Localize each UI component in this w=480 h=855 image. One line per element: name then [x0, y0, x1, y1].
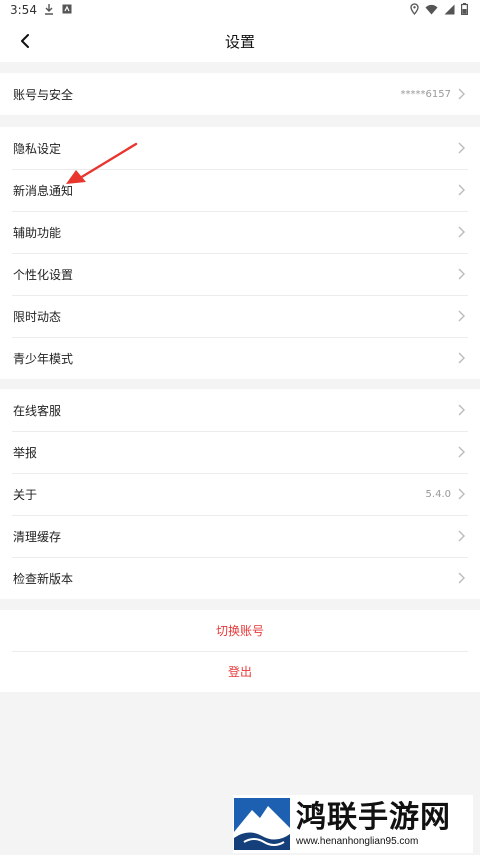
status-bar: 3:54 — [0, 0, 480, 20]
settings-item-teen-mode[interactable]: 青少年模式 — [0, 337, 480, 379]
chevron-right-icon — [458, 572, 465, 584]
preferences-group: 隐私设定 新消息通知 辅助功能 个性化设置 限时动态 青少年模式 — [0, 127, 480, 379]
settings-item-label: 检查新版本 — [13, 571, 74, 586]
chevron-right-icon — [458, 226, 465, 238]
chevron-right-icon — [458, 446, 465, 458]
settings-item-label: 新消息通知 — [13, 183, 74, 198]
app-version-value: 5.4.0 — [425, 488, 451, 500]
settings-item-label: 限时动态 — [13, 309, 62, 324]
support-group: 在线客服 举报 关于 5.4.0 清理缓存 检查新版本 — [0, 389, 480, 599]
chevron-right-icon — [458, 184, 465, 196]
settings-item-label: 清理缓存 — [13, 529, 62, 544]
switch-account-button[interactable]: 切换账号 — [0, 610, 480, 651]
settings-item-privacy[interactable]: 隐私设定 — [0, 127, 480, 169]
download-icon — [45, 4, 53, 15]
settings-item-report[interactable]: 举报 — [0, 431, 480, 473]
watermark-url: www.henanhonglian95.com — [296, 835, 419, 847]
account-actions-group: 切换账号 登出 — [0, 610, 480, 692]
location-icon — [410, 3, 419, 15]
wifi-icon — [425, 4, 438, 14]
app-notification-icon — [62, 4, 72, 14]
settings-item-personalization[interactable]: 个性化设置 — [0, 253, 480, 295]
watermark-brand: 鸿联手游网 — [296, 799, 451, 835]
header-bar: 设置 — [0, 20, 480, 62]
chevron-right-icon — [458, 488, 465, 500]
settings-item-new-message-notifications[interactable]: 新消息通知 — [0, 169, 480, 211]
chevron-right-icon — [458, 310, 465, 322]
settings-item-timed-stories[interactable]: 限时动态 — [0, 295, 480, 337]
chevron-right-icon — [458, 88, 465, 100]
battery-icon — [461, 3, 468, 15]
chevron-right-icon — [458, 404, 465, 416]
chevron-right-icon — [458, 268, 465, 280]
settings-item-label: 举报 — [13, 445, 38, 460]
chevron-right-icon — [458, 142, 465, 154]
mountain-logo-icon — [234, 798, 290, 850]
settings-item-label: 个性化设置 — [13, 267, 74, 282]
settings-item-label: 青少年模式 — [13, 351, 74, 366]
settings-item-label: 在线客服 — [13, 403, 62, 418]
logout-button[interactable]: 登出 — [0, 651, 480, 692]
settings-item-accessibility[interactable]: 辅助功能 — [0, 211, 480, 253]
settings-item-label: 辅助功能 — [13, 225, 62, 240]
account-group: 账号与安全 *****6157 — [0, 73, 480, 115]
settings-item-about[interactable]: 关于 5.4.0 — [0, 473, 480, 515]
chevron-right-icon — [458, 352, 465, 364]
settings-item-label: 隐私设定 — [13, 141, 62, 156]
settings-item-label: 关于 — [13, 487, 38, 502]
settings-item-clear-cache[interactable]: 清理缓存 — [0, 515, 480, 557]
chevron-right-icon — [458, 530, 465, 542]
status-time: 3:54 — [10, 3, 37, 17]
account-id-value: *****6157 — [400, 88, 451, 100]
watermark: 鸿联手游网 www.henanhonglian95.com — [233, 795, 473, 853]
settings-item-account-security[interactable]: 账号与安全 *****6157 — [0, 73, 480, 115]
settings-item-check-update[interactable]: 检查新版本 — [0, 557, 480, 599]
settings-item-online-support[interactable]: 在线客服 — [0, 389, 480, 431]
signal-icon — [444, 4, 455, 14]
settings-item-label: 账号与安全 — [13, 87, 74, 102]
page-title: 设置 — [224, 33, 255, 51]
